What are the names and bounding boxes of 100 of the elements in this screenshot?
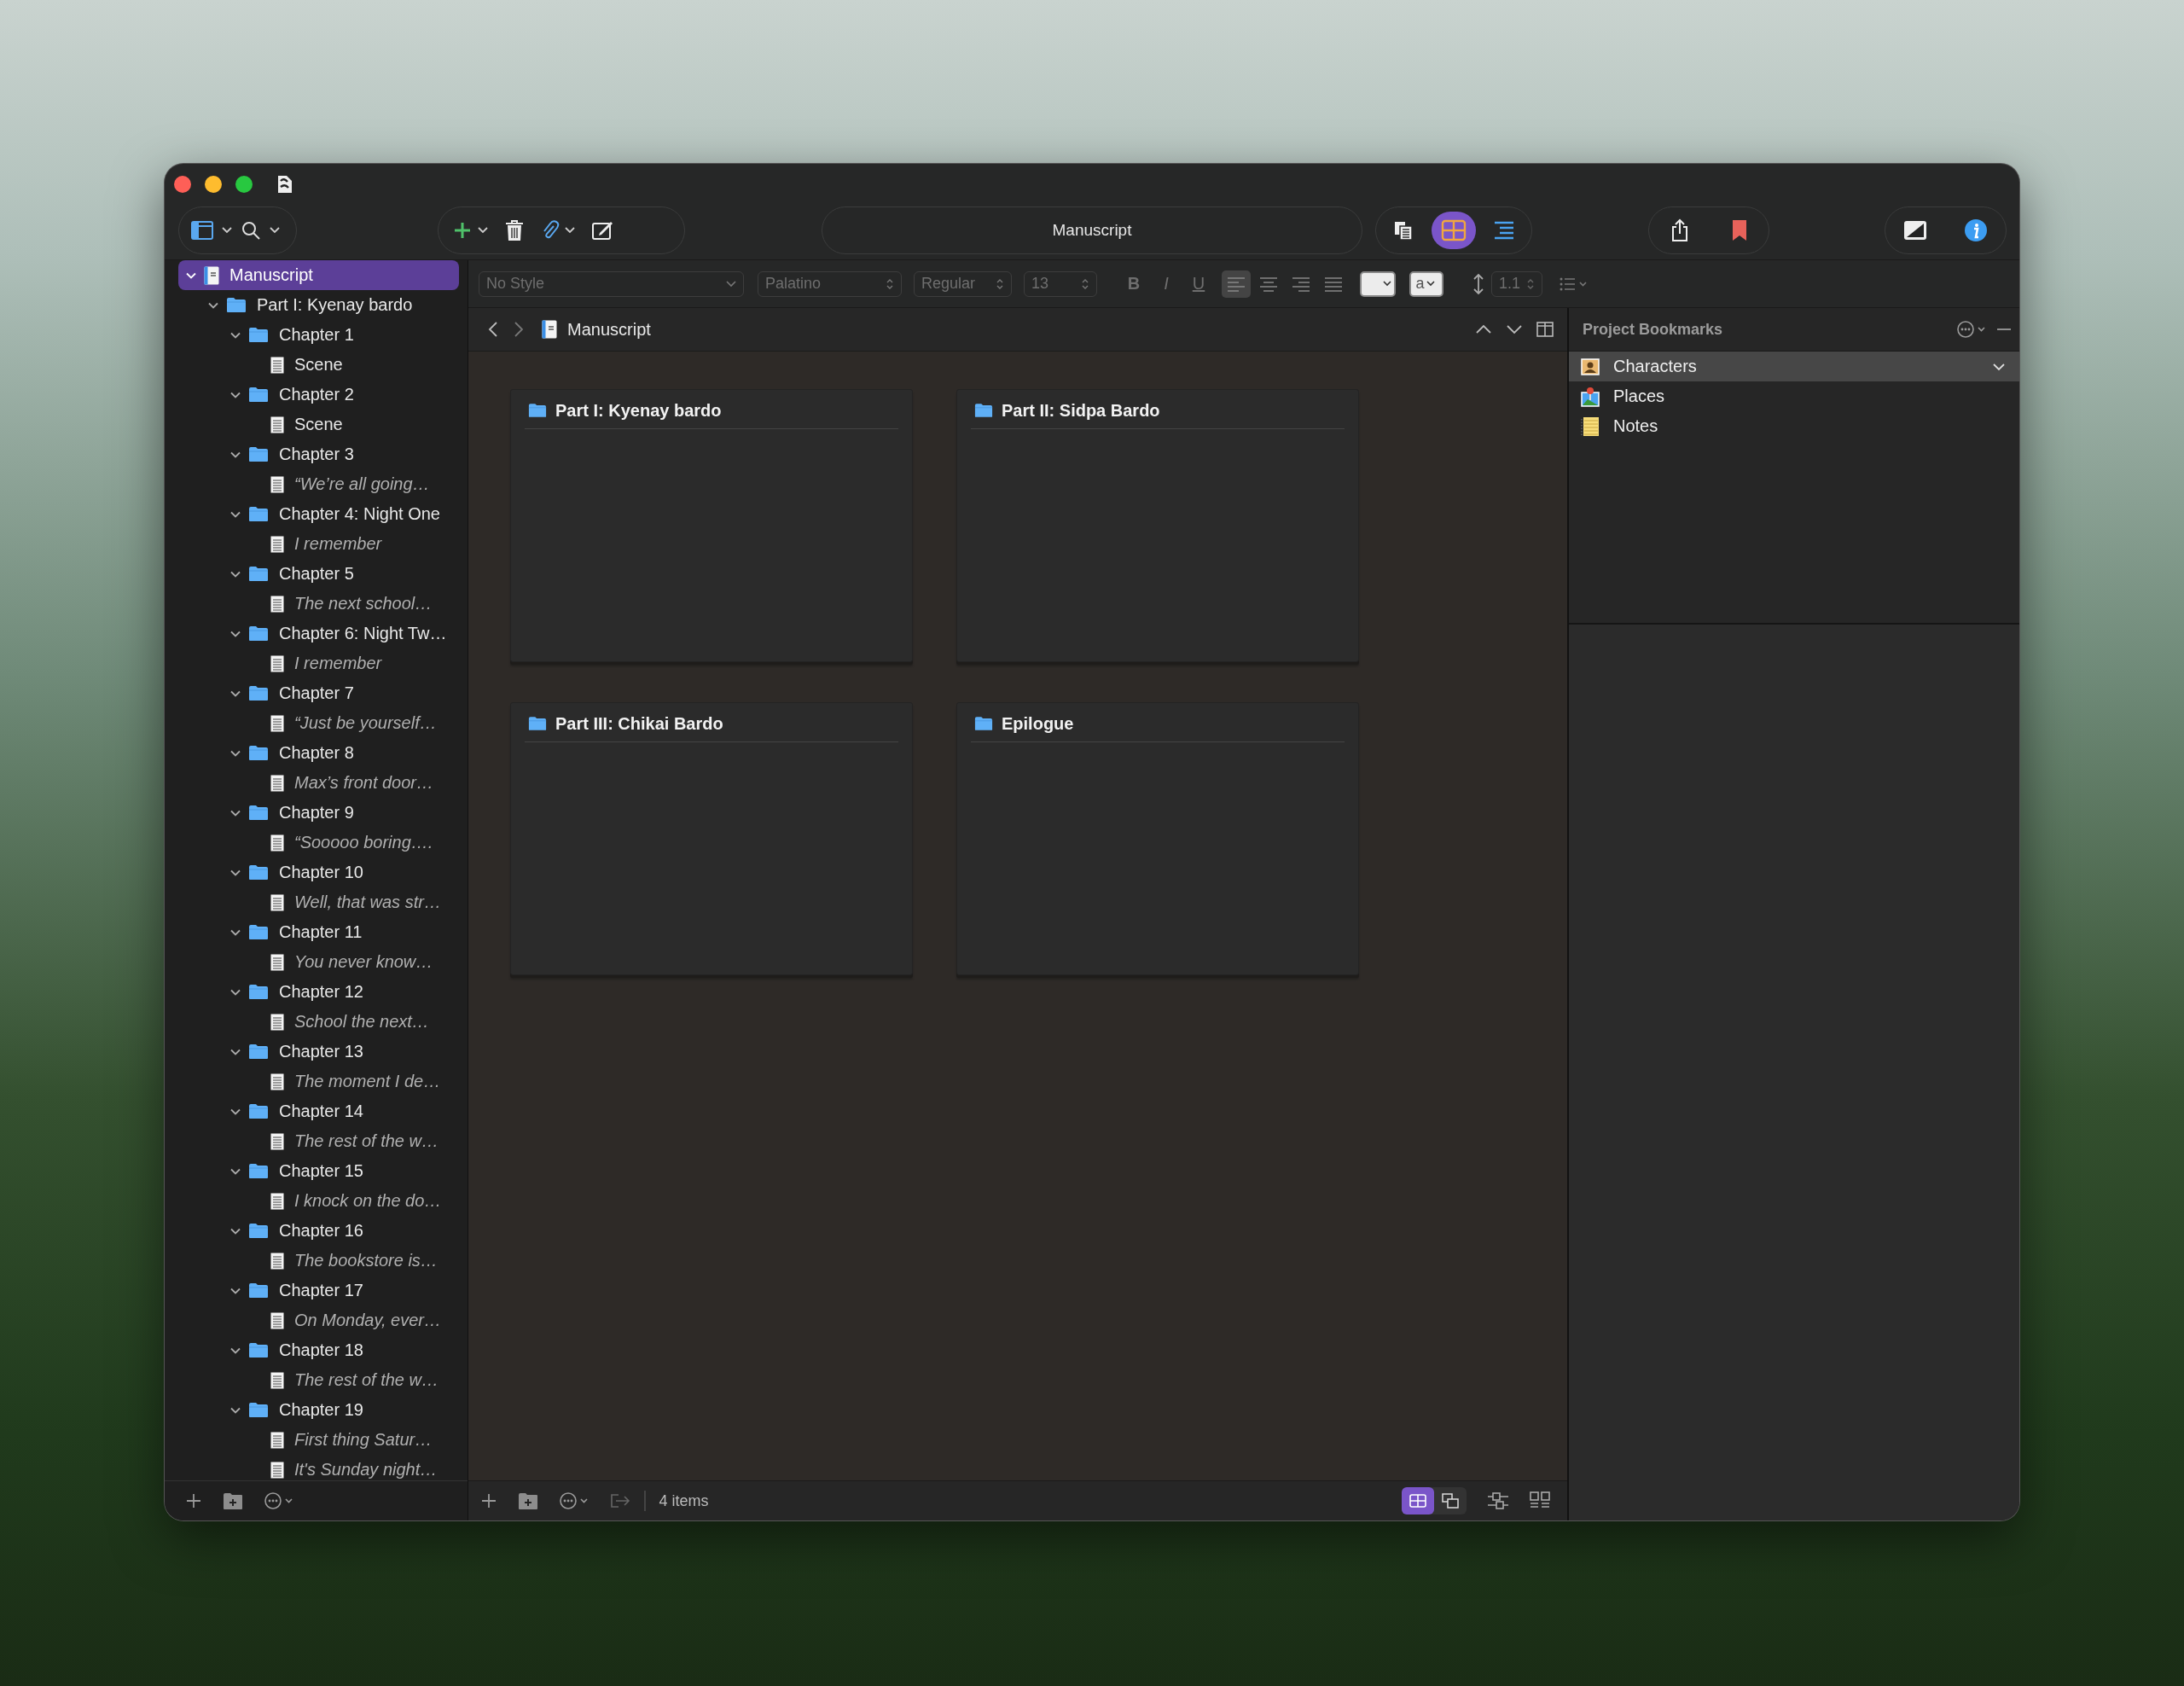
split-view-icon[interactable] [1536,322,1554,337]
binder-item[interactable]: “Sooooo boring…. [178,828,459,858]
more-options-icon[interactable] [264,1491,294,1510]
bookmark-icon[interactable] [1732,219,1747,241]
binder-item[interactable]: Scene [178,410,459,439]
binder-item[interactable]: Chapter 2 [178,380,459,410]
caret-icon[interactable] [565,226,575,235]
document-icon [270,1252,284,1270]
binder-item[interactable]: “We’re all going… [178,469,459,499]
move-out-icon[interactable] [610,1493,630,1509]
view-mode-button[interactable] [1432,212,1476,249]
binder-item[interactable]: Manuscript [178,260,459,290]
up-icon[interactable] [1475,323,1492,335]
index-card[interactable]: Part I: Kyenay bardo [510,389,913,662]
binder-item[interactable]: The rest of the w… [178,1126,459,1156]
card-title: Part III: Chikai Bardo [555,713,723,734]
binder-item[interactable]: Chapter 3 [178,439,459,469]
compose-icon[interactable] [592,220,614,241]
item-title: Chapter 7 [279,683,354,703]
binder-item[interactable]: Chapter 4: Night One [178,499,459,529]
binder-item[interactable]: Chapter 10 [178,858,459,887]
forward-icon[interactable] [513,321,525,338]
binder-item[interactable]: Chapter 12 [178,977,459,1007]
binder-item[interactable]: Chapter 16 [178,1216,459,1246]
sidebar-icon[interactable] [191,221,213,240]
binder-item[interactable]: Scene [178,350,459,380]
add-icon[interactable] [452,220,473,241]
binder-item[interactable]: Chapter 8 [178,738,459,768]
binder-item[interactable]: Chapter 1 [178,320,459,350]
card-layout-icon[interactable] [1530,1491,1550,1510]
binder-item[interactable]: You never know… [178,947,459,977]
align-icon [1227,276,1246,292]
caret-icon[interactable] [478,226,488,235]
binder-item[interactable]: The rest of the w… [178,1365,459,1395]
binder-item[interactable]: I remember [178,648,459,678]
close-button[interactable] [174,176,191,193]
binder-item[interactable]: Chapter 19 [178,1395,459,1425]
more-options-icon[interactable] [1956,320,1987,339]
minimize-button[interactable] [205,176,222,193]
info-icon[interactable] [1963,218,1988,242]
binder-item[interactable]: Chapter 18 [178,1335,459,1365]
index-card[interactable]: Epilogue [956,702,1359,975]
binder-item[interactable]: Chapter 14 [178,1096,459,1126]
bookmark-item[interactable]: Characters [1569,352,2019,381]
binder-item[interactable]: Chapter 15 [178,1156,459,1186]
bookmark-item[interactable]: Notes [1569,411,2019,441]
caret-icon[interactable] [222,226,232,235]
binder-item[interactable]: The bookstore is… [178,1246,459,1276]
text-color-well[interactable] [1360,270,1396,297]
binder-item[interactable]: Well, that was str… [178,887,459,917]
zoom-button[interactable] [235,176,253,193]
share-icon[interactable] [1670,218,1689,242]
add-icon[interactable] [480,1492,497,1509]
arrange-icon[interactable] [1487,1491,1509,1510]
binder-item[interactable]: It's Sunday night… [178,1455,459,1480]
folder-icon [248,387,269,403]
more-options-icon[interactable] [559,1491,590,1510]
search-icon[interactable] [241,220,261,241]
item-title: Chapter 13 [279,1042,363,1061]
new-folder-icon[interactable] [518,1491,538,1510]
binder-item[interactable]: Chapter 6: Night Tw… [178,619,459,648]
binder-item[interactable]: I remember [178,529,459,559]
binder-item[interactable]: I knock on the do… [178,1186,459,1216]
binder-item[interactable]: “Just be yourself… [178,708,459,738]
bookmark-item[interactable]: Places [1569,381,2019,411]
folder-icon [248,1044,269,1060]
alignment-button[interactable] [1222,270,1251,298]
trash-icon[interactable] [505,219,524,241]
caret-icon[interactable] [270,226,280,235]
binder-item[interactable]: School the next… [178,1007,459,1037]
add-icon[interactable] [185,1492,202,1509]
board-mode-button[interactable] [1402,1487,1434,1514]
binder-item[interactable]: Part I: Kyenay bardo [178,290,459,320]
new-folder-icon[interactable] [223,1491,243,1510]
item-title: Max’s front door… [294,773,434,793]
contrast-icon[interactable] [1903,220,1928,241]
binder-item[interactable]: Chapter 13 [178,1037,459,1067]
binder-item[interactable]: Chapter 11 [178,917,459,947]
chevron-icon[interactable] [1992,362,2006,371]
binder-item[interactable]: Chapter 5 [178,559,459,589]
index-card[interactable]: Part II: Sidpa Bardo [956,389,1359,662]
bookmark-label: Notes [1613,416,1658,436]
card-title: Part II: Sidpa Bardo [1002,400,1160,421]
item-title: “Just be yourself… [294,713,437,733]
binder-item[interactable]: The moment I de… [178,1067,459,1096]
binder-item[interactable]: Max’s front door… [178,768,459,798]
item-title: Part I: Kyenay bardo [257,295,413,315]
binder-item[interactable]: Chapter 9 [178,798,459,828]
minimize-panel-icon[interactable] [1997,328,2011,331]
binder-item[interactable]: Chapter 17 [178,1276,459,1305]
down-icon[interactable] [1506,323,1523,335]
highlight-color-well[interactable]: a [1409,270,1443,297]
binder-item[interactable]: First thing Satur… [178,1425,459,1455]
item-title: Chapter 9 [279,803,354,823]
binder-item[interactable]: The next school… [178,589,459,619]
binder-item[interactable]: On Monday, ever… [178,1305,459,1335]
binder-item[interactable]: Chapter 7 [178,678,459,708]
back-icon[interactable] [487,321,499,338]
list-icon[interactable] [1560,276,1589,292]
index-card[interactable]: Part III: Chikai Bardo [510,702,913,975]
